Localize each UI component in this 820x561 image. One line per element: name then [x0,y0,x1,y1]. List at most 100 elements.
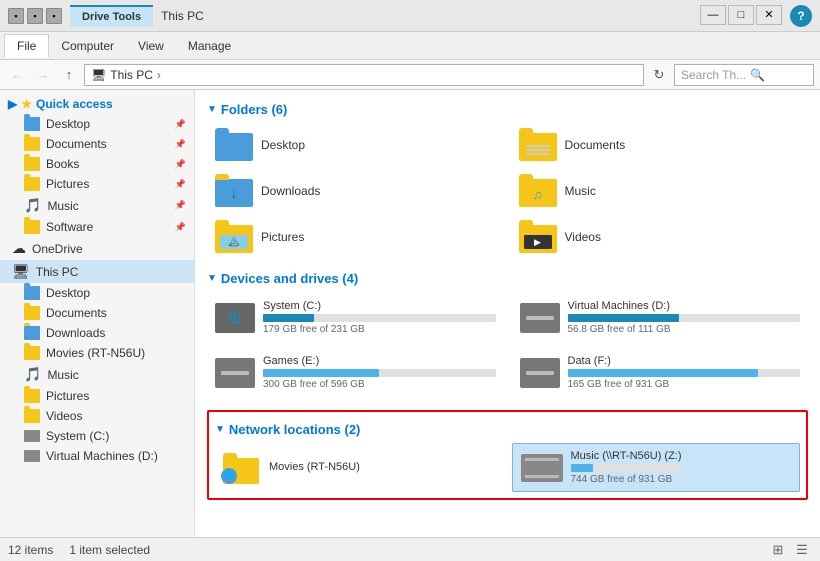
sidebar-item-movies[interactable]: Movies (RT-N56U) [0,343,194,363]
sidebar-label-downloads: Downloads [46,326,105,340]
drive-icon-f [520,358,560,388]
drive-info-f: Data (F:) 165 GB free of 931 GB [568,355,801,390]
folder-label-downloads: Downloads [261,184,320,198]
address-path[interactable]: 🖥 This PC › [84,64,644,86]
sidebar-quick-access[interactable]: ▶ ★ Quick access [0,94,194,114]
drive-bar-f [568,369,759,377]
drive-free-e: 300 GB free of 596 GB [263,379,496,390]
menu-file[interactable]: File [4,34,49,58]
folder-videos-icon: ▶ [519,221,557,253]
drive-icon-c [24,430,40,442]
thispc-icon: 🖥 [12,263,30,280]
drive-free-d: 56.8 GB free of 111 GB [568,324,801,335]
star-icon: ★ [21,97,32,111]
up-button[interactable]: ↑ [58,64,80,86]
large-icons-view-button[interactable]: ⊞ [768,540,788,560]
drive-bar-d [568,314,680,322]
sidebar-item-documents[interactable]: Documents 📌 [0,134,194,154]
menu-view[interactable]: View [126,35,176,57]
search-icon: 🔍 [750,68,765,82]
sidebar-item-books[interactable]: Books 📌 [0,154,194,174]
drive-item-f[interactable]: Data (F:) 165 GB free of 931 GB [512,349,809,396]
sidebar-item-thispc[interactable]: 🖥 This PC [0,260,194,283]
pin-icon-books: 📌 [175,159,186,170]
folder-item-documents[interactable]: Documents [511,125,809,165]
drive-bar-bg-d [568,314,801,322]
folder-item-desktop[interactable]: Desktop [207,125,505,165]
sidebar-item-pictures2[interactable]: Pictures [0,386,194,406]
sidebar-label-systemc: System (C:) [46,429,109,443]
network-item-music[interactable]: Music (\\RT-N56U) (Z:) 744 GB free of 93… [512,443,801,492]
minimize-button[interactable]: — [700,5,726,25]
folders-section-header: ▼ Folders (6) [207,102,808,117]
folder-item-pictures[interactable]: 🏔 Pictures [207,217,505,257]
details-view-button[interactable]: ☰ [792,540,812,560]
close-button[interactable]: ✕ [756,5,782,25]
help-button[interactable]: ? [790,5,812,27]
sidebar-item-software[interactable]: Software 📌 [0,217,194,237]
drive-info-c: System (C:) 179 GB free of 231 GB [263,300,496,335]
sidebar-item-music2[interactable]: 🎵 Music [0,363,194,386]
sidebar-item-documents2[interactable]: Documents [0,303,194,323]
network-globe-icon: 🌐 [221,468,237,484]
network-item-movies-info: Movies (RT-N56U) [269,461,360,475]
sidebar-item-onedrive[interactable]: ☁ OneDrive [0,237,194,260]
folder-item-downloads[interactable]: ↓ Downloads [207,171,505,211]
drive-bar-bg-e [263,369,496,377]
back-button[interactable]: ← [6,64,28,86]
drive-name-f: Data (F:) [568,355,801,367]
search-box[interactable]: Search Th... 🔍 [674,64,814,86]
folder-downloads-icon: ↓ [215,175,253,207]
drive-info-d: Virtual Machines (D:) 56.8 GB free of 11… [568,300,801,335]
forward-button[interactable]: → [32,64,54,86]
status-bar: 12 items 1 item selected ⊞ ☰ [0,537,820,561]
folder-icon-books [24,157,40,171]
refresh-button[interactable]: ↻ [648,64,670,86]
drive-tools-tab[interactable]: Drive Tools [70,5,153,27]
drive-item-d[interactable]: Virtual Machines (D:) 56.8 GB free of 11… [512,294,809,341]
folder-label-music: Music [565,184,596,198]
folder-music-icon: ♫ [519,175,557,207]
sidebar-item-desktop[interactable]: Desktop 📌 [0,114,194,134]
window-controls: — □ ✕ ? [700,5,812,27]
drive-icon-e [215,358,255,388]
network-music-info: Music (\\RT-N56U) (Z:) 744 GB free of 93… [571,450,682,485]
sidebar-item-music[interactable]: 🎵 Music 📌 [0,194,194,217]
folder-label-documents: Documents [565,138,626,152]
sidebar-item-desktop2[interactable]: Desktop [0,283,194,303]
sidebar-label-books: Books [46,157,79,171]
drive-item-e[interactable]: Games (E:) 300 GB free of 596 GB [207,349,504,396]
folder-icon-software [24,220,40,234]
sidebar: ▶ ★ Quick access Desktop 📌 Documents 📌 B… [0,90,195,537]
window-title: This PC [161,9,204,23]
folder-desktop-icon [215,129,253,161]
network-chevron-icon: ▼ [215,424,225,435]
title-bar-icons: ▪ ▪ ▪ [8,8,62,24]
folder-item-videos[interactable]: ▶ Videos [511,217,809,257]
menu-manage[interactable]: Manage [176,35,243,57]
network-music-name: Music (\\RT-N56U) (Z:) [571,450,682,462]
menu-computer[interactable]: Computer [49,35,126,57]
chevron-right-icon: ▶ [8,97,17,111]
sidebar-item-pictures[interactable]: Pictures 📌 [0,174,194,194]
maximize-button[interactable]: □ [728,5,754,25]
sidebar-item-systemc[interactable]: System (C:) [0,426,194,446]
drive-free-f: 165 GB free of 931 GB [568,379,801,390]
folder-item-music[interactable]: ♫ Music [511,171,809,211]
drives-section-header: ▼ Devices and drives (4) [207,271,808,286]
sidebar-label-quick-access: Quick access [36,97,113,111]
folder-icon [24,137,40,151]
folder-icon-downloads [24,326,40,340]
drive-name-c: System (C:) [263,300,496,312]
sidebar-item-downloads[interactable]: Downloads [0,323,194,343]
folder-icon-videos [24,409,40,423]
sidebar-label-movies: Movies (RT-N56U) [46,346,145,360]
cloud-icon: ☁ [12,240,26,257]
sidebar-item-vmd[interactable]: Virtual Machines (D:) [0,446,194,466]
network-item-movies[interactable]: 🌐 Movies (RT-N56U) [215,443,504,492]
drive-item-c[interactable]: ⊞ System (C:) 179 GB free of 231 GB [207,294,504,341]
sidebar-item-videos[interactable]: Videos [0,406,194,426]
address-bar: ← → ↑ 🖥 This PC › ↻ Search Th... 🔍 [0,60,820,90]
network-section-header: ▼ Network locations (2) [215,422,800,437]
network-folder-movies-icon: 🌐 [223,452,261,484]
